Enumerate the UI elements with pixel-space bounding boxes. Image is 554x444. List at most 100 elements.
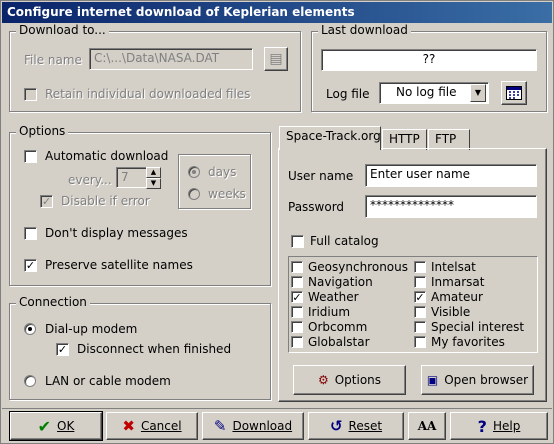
log-calendar-button[interactable] — [501, 81, 527, 105]
username-label: User name — [288, 169, 354, 183]
catalog-checkbox[interactable]: ✓ — [414, 291, 426, 303]
catalog-checkbox[interactable] — [414, 261, 426, 273]
catalog-checkbox[interactable]: ✓ — [291, 291, 303, 303]
catalog-checkbox[interactable] — [291, 306, 303, 318]
title-bar[interactable]: Configure internet download of Keplerian… — [2, 2, 552, 23]
file-name-field[interactable]: C:\...\Data\NASA.DAT — [89, 48, 253, 70]
reset-label: Reset — [348, 419, 383, 433]
retain-files-label: Retain individual downloaded files — [45, 87, 251, 101]
catalog-checkbox[interactable] — [414, 306, 426, 318]
options-button[interactable]: ⚙ Options — [293, 365, 406, 395]
checkmark-icon: ✔ — [37, 416, 52, 436]
ok-label: OK — [57, 419, 75, 433]
password-input[interactable]: ************** — [365, 195, 537, 218]
cross-icon: ✖ — [122, 417, 135, 435]
full-catalog-label: Full catalog — [310, 234, 379, 248]
log-file-dropdown-button[interactable]: ▼ — [470, 84, 486, 102]
tab-http[interactable]: HTTP — [382, 129, 427, 150]
catalog-checkbox[interactable] — [291, 336, 303, 348]
days-radio[interactable] — [188, 166, 200, 178]
catalog-item-label: Navigation — [308, 275, 373, 289]
log-file-value: No log file — [396, 85, 457, 99]
catalog-checkbox[interactable] — [414, 276, 426, 288]
every-days-input[interactable]: 7 — [116, 167, 147, 188]
connection-legend: Connection — [16, 295, 90, 309]
full-catalog-checkbox[interactable] — [291, 235, 304, 248]
save-file-button[interactable]: ▤ — [264, 47, 288, 71]
catalog-item-label: Geosynchronous — [308, 260, 409, 274]
last-download-text: ?? — [422, 52, 436, 66]
lan-label: LAN or cable modem — [45, 374, 171, 388]
reset-button[interactable]: ↺ Reset — [308, 412, 404, 440]
catalog-item-label: My favorites — [431, 335, 505, 349]
catalog-item-label: Special interest — [431, 320, 525, 334]
catalog-item-label: Weather — [308, 290, 359, 304]
tab-http-label: HTTP — [389, 132, 420, 146]
catalog-item-label: Intelsat — [431, 260, 476, 274]
help-question-icon: ? — [477, 416, 487, 436]
lan-radio[interactable] — [24, 375, 36, 387]
catalog-item-label: Inmarsat — [431, 275, 485, 289]
tab-ftp-label: FTP — [435, 132, 457, 146]
every-label: every... — [68, 173, 112, 187]
catalog-item-label: Globalstar — [308, 335, 370, 349]
font-button[interactable]: AA — [408, 412, 446, 440]
catalog-item-label: Visible — [431, 305, 471, 319]
ok-button[interactable]: ✔ OK — [9, 411, 103, 441]
catalog-checkbox[interactable] — [414, 336, 426, 348]
calendar-icon — [506, 86, 522, 100]
help-button[interactable]: ? Help — [450, 412, 548, 440]
username-input[interactable]: Enter user name — [365, 164, 537, 187]
options-legend: Options — [16, 124, 69, 138]
catalog-checkbox[interactable] — [291, 261, 303, 273]
dialup-label: Dial-up modem — [45, 322, 138, 336]
download-button[interactable]: ✎ Download — [202, 412, 304, 440]
window-title: Configure internet download of Keplerian… — [7, 5, 355, 19]
tab-space-track-label: Space-Track.org — [286, 129, 381, 143]
open-browser-label: Open browser — [444, 373, 529, 387]
satellite-dish-icon: ⚙ — [317, 373, 329, 387]
disable-if-error-checkbox[interactable]: ✓ — [40, 195, 53, 208]
automatic-download-label: Automatic download — [45, 149, 169, 163]
dont-display-messages-label: Don't display messages — [45, 226, 188, 240]
options-button-label: Options — [334, 373, 382, 387]
weeks-label: weeks — [208, 187, 246, 201]
download-to-legend: Download to... — [16, 23, 109, 37]
spin-up-button[interactable]: ▲ — [146, 167, 161, 178]
chevron-down-icon: ▼ — [474, 88, 482, 97]
tab-space-track[interactable]: Space-Track.org — [279, 126, 381, 150]
weeks-radio[interactable] — [188, 188, 200, 200]
preserve-names-checkbox[interactable]: ✓ — [24, 259, 37, 272]
catalog-checkbox[interactable] — [414, 321, 426, 333]
file-name-label: File name — [24, 53, 82, 67]
tab-ftp[interactable]: FTP — [428, 129, 470, 150]
preserve-names-label: Preserve satellite names — [45, 258, 193, 272]
disable-if-error-label: Disable if error — [61, 194, 150, 208]
catalog-checkbox[interactable] — [291, 276, 303, 288]
dont-display-messages-checkbox[interactable] — [24, 227, 37, 240]
password-label: Password — [288, 200, 345, 214]
last-download-value: ?? — [321, 49, 537, 71]
retain-files-checkbox[interactable] — [24, 88, 37, 101]
spin-down-button[interactable]: ▼ — [146, 178, 161, 189]
disconnect-label: Disconnect when finished — [77, 342, 232, 356]
catalog-checkbox[interactable] — [291, 321, 303, 333]
catalog-item-label: Orbcomm — [308, 320, 368, 334]
catalog-item-label: Amateur — [431, 290, 483, 304]
font-icon: AA — [417, 419, 437, 433]
help-label: Help — [492, 419, 521, 433]
browser-window-icon: ▣ — [426, 373, 439, 387]
days-label: days — [208, 165, 237, 179]
arrow-up-icon: ▲ — [150, 168, 157, 176]
open-browser-button[interactable]: ▣ Open browser — [421, 365, 534, 395]
dialog-window: Configure internet download of Keplerian… — [0, 0, 554, 444]
pencil-icon: ✎ — [213, 417, 227, 435]
last-download-legend: Last download — [318, 23, 411, 37]
disconnect-checkbox[interactable]: ✓ — [56, 343, 69, 356]
cancel-button[interactable]: ✖ Cancel — [106, 412, 198, 440]
dialup-radio[interactable] — [24, 323, 36, 335]
floppy-disk-icon: ▤ — [269, 51, 283, 67]
automatic-download-checkbox[interactable] — [24, 150, 37, 163]
arrow-down-icon: ▼ — [150, 179, 157, 187]
cancel-label: Cancel — [140, 419, 182, 433]
